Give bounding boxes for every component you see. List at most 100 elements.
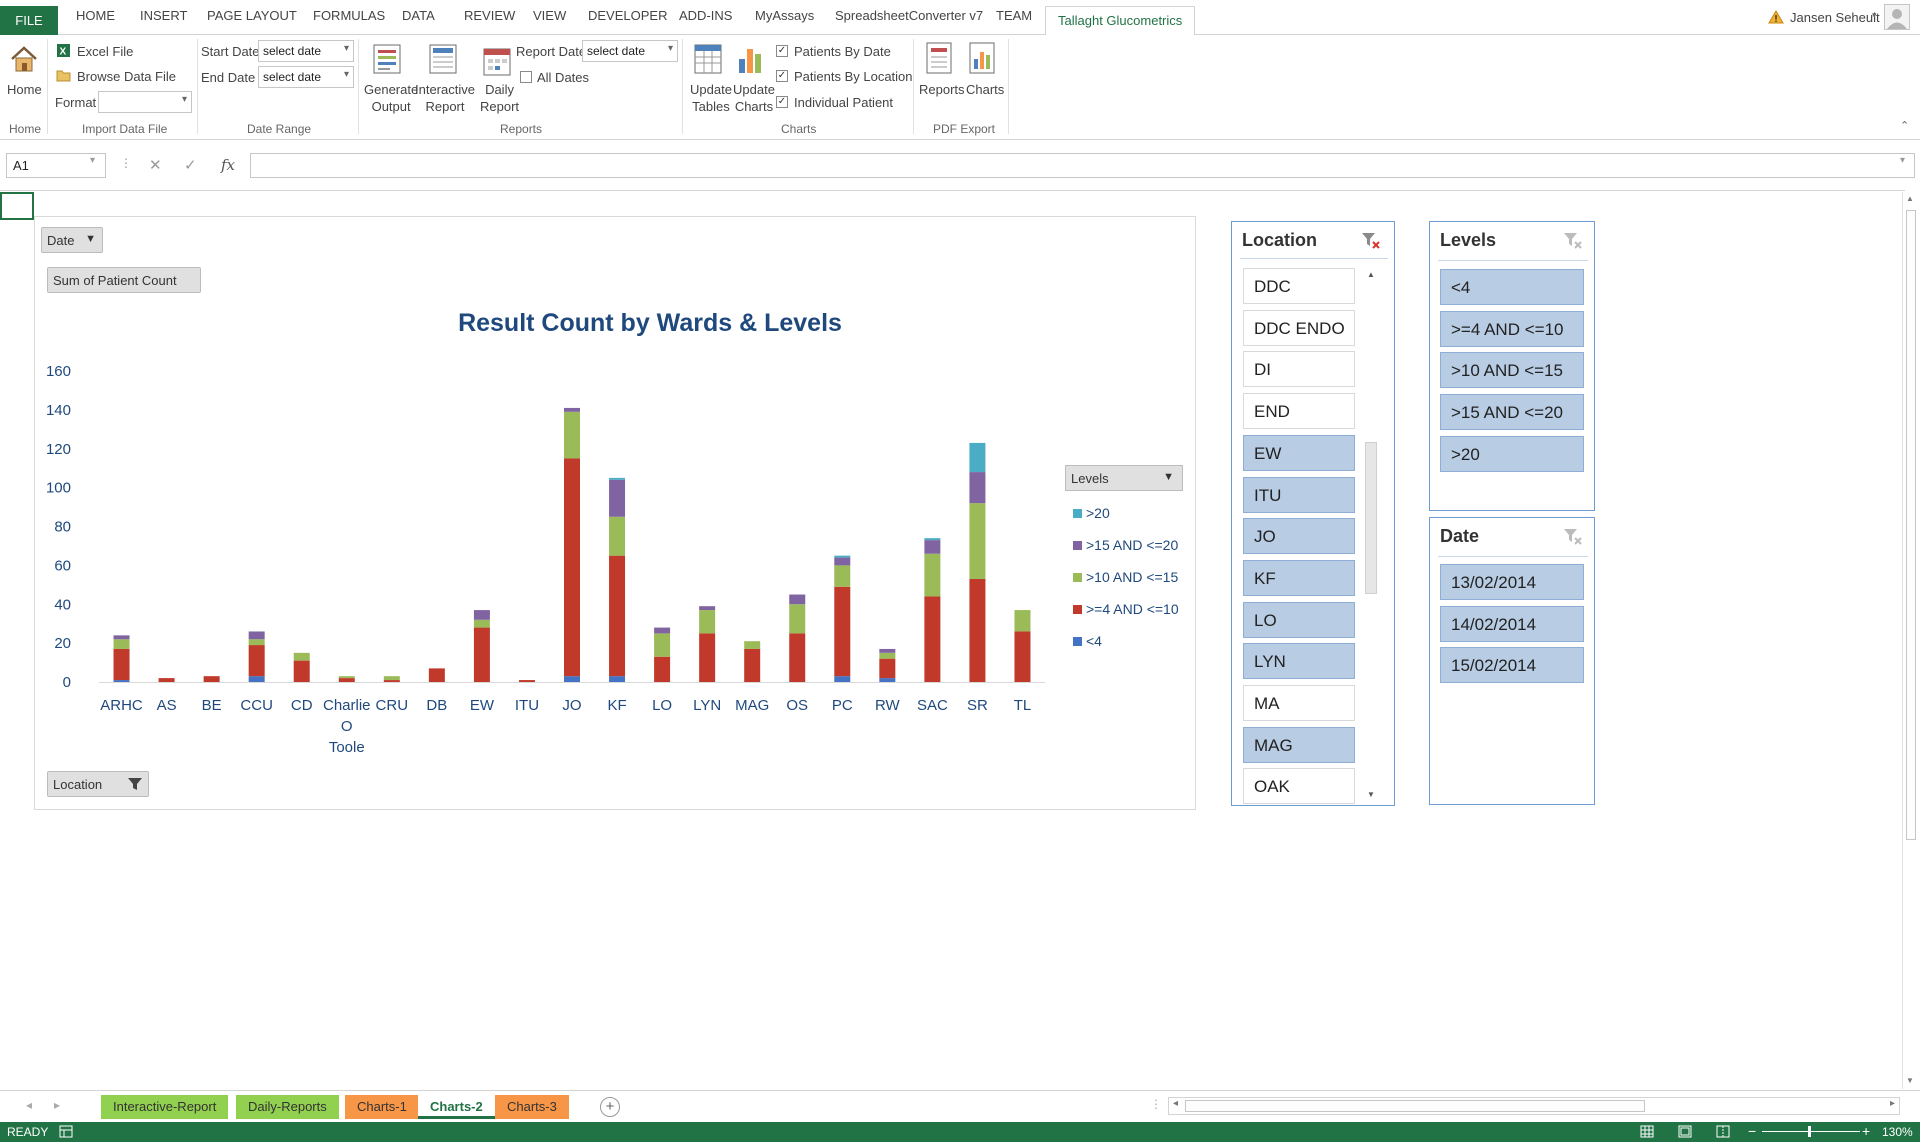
avatar[interactable] — [1884, 4, 1910, 33]
bar-segment[interactable] — [113, 680, 130, 682]
location-slicer-item[interactable]: END — [1243, 393, 1355, 430]
zoom-in-icon[interactable]: + — [1862, 1123, 1870, 1139]
bar-segment[interactable] — [609, 555, 626, 677]
levels-slicer-item[interactable]: >15 AND <=20 — [1440, 394, 1584, 431]
tab-spreadsheetconverter[interactable]: SpreadsheetConverter v7 — [835, 8, 983, 23]
active-cell-a1[interactable] — [0, 192, 34, 220]
location-slicer-item[interactable]: LO — [1243, 601, 1355, 638]
bar-segment[interactable] — [879, 678, 896, 682]
individual-patient-checkbox[interactable]: ✓ — [776, 96, 788, 108]
bar-segment[interactable] — [248, 645, 265, 677]
bar-segment[interactable] — [473, 627, 490, 682]
bar-segment[interactable] — [969, 503, 986, 579]
levels-slicer-item[interactable]: >=4 AND <=10 — [1440, 310, 1584, 347]
levels-slicer-item[interactable]: >20 — [1440, 435, 1584, 472]
sheet-tab[interactable]: Charts-2 — [418, 1091, 495, 1119]
location-slicer-item[interactable]: MA — [1243, 685, 1355, 721]
bar-segment[interactable] — [789, 604, 806, 634]
bar-segment[interactable] — [1014, 631, 1031, 682]
levels-slicer-item[interactable]: <4 — [1440, 269, 1584, 305]
date-slicer-item[interactable]: 15/02/2014 — [1440, 647, 1584, 684]
bar-segment[interactable] — [834, 555, 851, 558]
update-tables-icon[interactable] — [693, 43, 723, 78]
start-date-dropdown[interactable]: select date — [258, 40, 354, 62]
bar-segment[interactable] — [879, 658, 896, 679]
clear-filter-icon[interactable] — [1562, 230, 1584, 252]
location-slicer-item[interactable]: MAG — [1243, 726, 1355, 763]
location-slicer-item[interactable]: ITU — [1243, 476, 1355, 513]
bar-segment[interactable] — [879, 648, 896, 653]
browse-data-file-button[interactable]: Browse Data File — [77, 69, 176, 84]
home-button-label[interactable]: Home — [7, 82, 42, 97]
excel-file-button[interactable]: Excel File — [77, 44, 133, 59]
location-slicer-item[interactable]: DDC ENDO — [1243, 309, 1355, 346]
tab-scroll-left-icon[interactable]: ◂ — [26, 1098, 32, 1112]
bar-segment[interactable] — [293, 652, 310, 661]
bar-segment[interactable] — [564, 411, 580, 459]
bar-segment[interactable] — [969, 472, 986, 504]
tab-tallaght-glucometrics[interactable]: Tallaght Glucometrics — [1045, 6, 1196, 36]
bar-segment[interactable] — [834, 557, 851, 566]
generate-output-icon[interactable] — [372, 43, 402, 78]
function-icon[interactable]: fx — [221, 156, 235, 174]
bar-segment[interactable] — [113, 635, 130, 640]
bar-segment[interactable] — [834, 676, 851, 682]
reports-export-button[interactable]: Reports — [919, 82, 965, 97]
slicer-scroll-up-icon[interactable]: ▲ — [1367, 270, 1375, 279]
normal-view-icon[interactable] — [1640, 1125, 1654, 1141]
pivot-chart[interactable]: Date ▼ Sum of Patient Count Result Count … — [34, 216, 1196, 810]
location-slicer-item[interactable]: EW — [1243, 434, 1355, 471]
bar-segment[interactable] — [518, 680, 535, 682]
zoom-slider[interactable] — [1762, 1131, 1860, 1132]
bar-segment[interactable] — [564, 676, 580, 682]
formula-expand-icon[interactable]: ▾ — [1900, 155, 1905, 166]
bar-segment[interactable] — [293, 660, 310, 682]
tab-insert[interactable]: INSERT — [140, 8, 187, 23]
slicer-scroll-down-icon[interactable]: ▼ — [1367, 790, 1375, 799]
user-dropdown-icon[interactable]: ▾ — [1872, 10, 1877, 21]
bar-segment[interactable] — [789, 594, 806, 605]
bar-segment[interactable] — [113, 639, 130, 649]
bar-segment[interactable] — [428, 668, 445, 682]
horizontal-scroll-thumb[interactable] — [1185, 1100, 1645, 1112]
charts-pdf-icon[interactable] — [967, 41, 997, 78]
macro-record-icon[interactable] — [59, 1125, 73, 1141]
bar-segment[interactable] — [924, 553, 941, 597]
legend-item[interactable]: >=4 AND <=10 — [1073, 601, 1179, 617]
location-slicer-item[interactable]: OAK — [1243, 768, 1355, 805]
bar-segment[interactable] — [609, 516, 626, 556]
scroll-down-icon[interactable]: ▼ — [1906, 1076, 1914, 1085]
bar-segment[interactable] — [248, 639, 265, 646]
bar-segment[interactable] — [203, 676, 220, 682]
vertical-scrollbar[interactable]: ▲ ▼ — [1902, 192, 1918, 1089]
all-dates-checkbox[interactable] — [520, 71, 532, 83]
horizontal-scrollbar[interactable]: ◂ ▸ — [1168, 1097, 1900, 1115]
tab-scroll-right-icon[interactable]: ▸ — [54, 1098, 60, 1112]
tab-review[interactable]: REVIEW — [464, 8, 515, 23]
bar-segment[interactable] — [609, 477, 626, 480]
levels-filter-button[interactable]: Levels ▼ — [1065, 465, 1183, 491]
date-slicer-item[interactable]: 14/02/2014 — [1440, 605, 1584, 642]
bar-segment[interactable] — [158, 678, 175, 682]
bar-segment[interactable] — [924, 540, 941, 554]
tab-home[interactable]: HOME — [76, 8, 115, 23]
update-charts-icon[interactable] — [735, 43, 765, 78]
bar-segment[interactable] — [1014, 610, 1031, 632]
bar-segment[interactable] — [564, 458, 580, 677]
legend-item[interactable]: >10 AND <=15 — [1073, 569, 1178, 585]
reports-pdf-icon[interactable] — [924, 41, 954, 78]
tab-page-layout[interactable]: PAGE LAYOUT — [207, 8, 297, 23]
patients-by-date-checkbox[interactable]: ✓ — [776, 45, 788, 57]
end-date-dropdown[interactable]: select date — [258, 66, 354, 88]
tab-add-ins[interactable]: ADD-INS — [679, 8, 732, 23]
legend-item[interactable]: >20 — [1073, 505, 1110, 521]
bar-segment[interactable] — [924, 538, 941, 541]
bar-segment[interactable] — [699, 606, 716, 611]
bar-segment[interactable] — [879, 652, 896, 659]
update-tables-button[interactable]: Update Tables — [690, 82, 732, 114]
clear-filter-icon[interactable] — [1360, 230, 1382, 252]
sheet-tab[interactable]: Charts-3 — [495, 1095, 569, 1119]
report-date-dropdown[interactable]: select date — [582, 40, 678, 62]
clear-filter-icon[interactable] — [1562, 526, 1584, 548]
bar-segment[interactable] — [338, 678, 355, 682]
